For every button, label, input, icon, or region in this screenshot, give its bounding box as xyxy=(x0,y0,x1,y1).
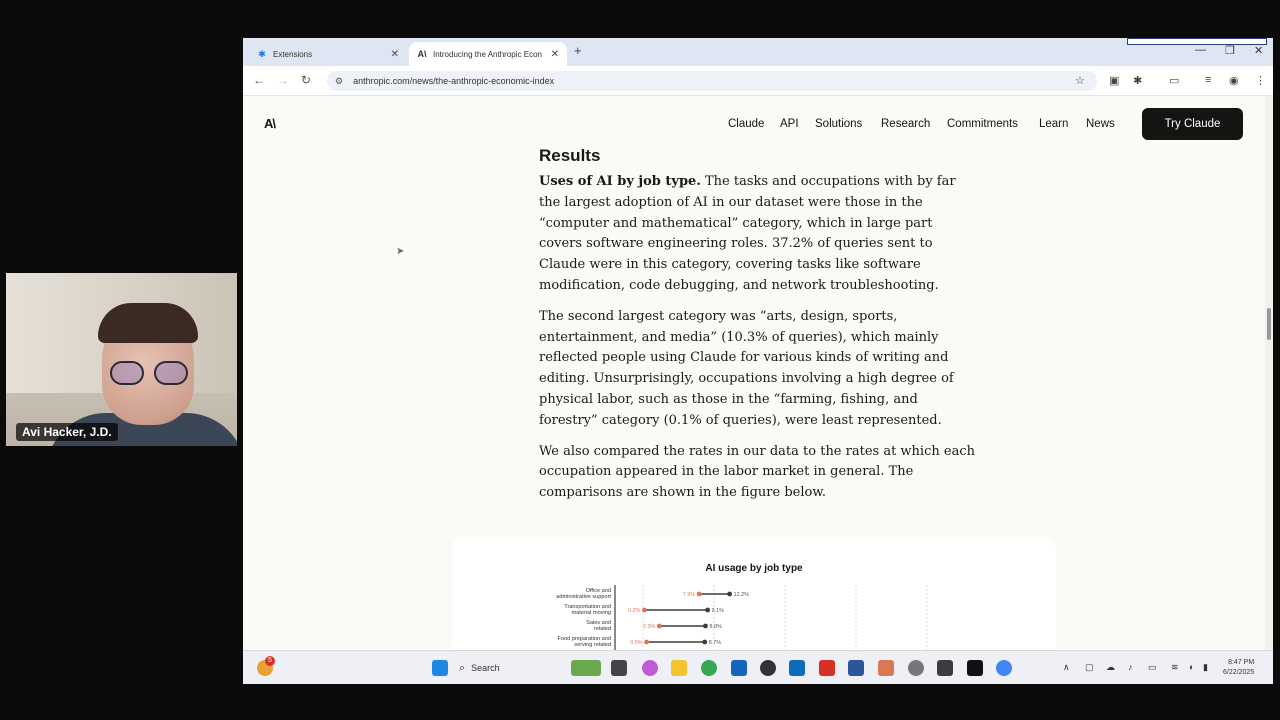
chart-data-label-a: 0.5% xyxy=(630,640,642,646)
chart-category-label: administrative support xyxy=(556,594,611,600)
nav-research[interactable]: Research xyxy=(881,118,930,130)
cursor-app-icon[interactable] xyxy=(967,660,983,676)
reading-list-icon[interactable]: ≡ xyxy=(1205,74,1211,86)
mouse-cursor-icon: ➤ xyxy=(396,246,405,257)
system-clock[interactable]: 8:47 PM 6/22/2025 xyxy=(1223,658,1254,678)
browser-toolbar: ← → ↻ ⚙ anthropic.com/news/the-anthropic… xyxy=(243,66,1273,96)
paragraph-1: Uses of AI by job type. The tasks and oc… xyxy=(539,174,956,293)
store-icon[interactable] xyxy=(731,660,747,676)
pdf-app-icon[interactable] xyxy=(819,660,835,676)
site-info-icon[interactable]: ⚙ xyxy=(335,76,343,87)
tab-search-icon[interactable]: ▭ xyxy=(1169,74,1179,87)
display-icon[interactable]: ▭ xyxy=(1148,662,1157,673)
more-menu-icon[interactable]: ⋮ xyxy=(1255,74,1266,87)
chart-point-series-a xyxy=(644,639,649,645)
address-bar[interactable]: ⚙ anthropic.com/news/the-anthropic-econo… xyxy=(327,71,1097,91)
nav-commitments[interactable]: Commitments xyxy=(947,118,1018,130)
web-page: A\ Claude API Solutions Research Commitm… xyxy=(243,96,1265,684)
windows-start-icon[interactable] xyxy=(432,660,448,676)
scrollbar-thumb[interactable] xyxy=(1267,308,1271,340)
onedrive-icon[interactable]: ☁ xyxy=(1106,662,1115,673)
battery-icon[interactable]: ▮ xyxy=(1203,662,1208,673)
webcam-feed: Avi Hacker, J.D. xyxy=(6,273,237,446)
chart-point-series-a xyxy=(696,591,702,597)
url-text: anthropic.com/news/the-anthropic-economi… xyxy=(353,76,555,86)
nav-solutions[interactable]: Solutions xyxy=(815,118,862,130)
chart-category-label: material moving xyxy=(572,610,611,616)
chart-data-label-a: 2.3% xyxy=(643,624,655,630)
close-icon[interactable]: ✕ xyxy=(551,49,559,60)
profile-icon[interactable]: ◉ xyxy=(1229,74,1239,87)
chart-category-label: related xyxy=(594,626,611,632)
screen: Avi Hacker, J.D. ✱ Extensions ✕ A\ Intro… xyxy=(0,0,1280,720)
chart-data-label-b: 8.8% xyxy=(709,624,721,630)
chart-point-series-a xyxy=(642,607,647,613)
browser-window: ✱ Extensions ✕ A\ Introducing the Anthro… xyxy=(243,38,1273,684)
chart-point-series-b xyxy=(727,591,733,597)
task-view-icon[interactable] xyxy=(611,660,627,676)
word-icon[interactable] xyxy=(848,660,864,676)
app-circle-icon[interactable] xyxy=(908,660,924,676)
nav-news[interactable]: News xyxy=(1086,118,1115,130)
chart-category-label: serving related xyxy=(574,642,611,648)
volume-icon[interactable]: ◖ xyxy=(1188,662,1193,672)
reload-icon[interactable]: ↻ xyxy=(301,73,311,87)
search-icon: ⌕ xyxy=(459,661,466,674)
windows-taskbar: 5 ⌕ Search ∧ ▢ ☁ ♪ ▭ ≋ ◖ ▮ 8:47 PM 6/22/… xyxy=(243,650,1273,684)
chart-point-series-a xyxy=(656,623,662,629)
nav-learn[interactable]: Learn xyxy=(1039,118,1068,130)
new-tab-button[interactable]: + xyxy=(574,43,582,58)
puzzle-icon: ✱ xyxy=(258,49,266,59)
chatgpt-icon[interactable] xyxy=(760,660,776,676)
close-icon[interactable]: ✕ xyxy=(391,49,399,60)
taskbar-search[interactable]: ⌕ Search xyxy=(459,658,569,678)
window-close-icon[interactable]: ✕ xyxy=(1254,44,1263,57)
chart-point-series-b xyxy=(703,623,708,629)
tab-strip: ✱ Extensions ✕ A\ Introducing the Anthro… xyxy=(243,38,1273,66)
paragraph-2: The second largest category was “arts, d… xyxy=(539,308,954,428)
chart-point-series-b xyxy=(705,607,711,613)
article-body: Results Uses of AI by job type. The task… xyxy=(539,146,979,514)
chrome-icon[interactable] xyxy=(701,660,717,676)
chart-data-label-b: 9.1% xyxy=(712,608,724,614)
page-scrollbar[interactable] xyxy=(1265,96,1273,684)
presenter-name: Avi Hacker, J.D. xyxy=(16,423,118,441)
nav-claude[interactable]: Claude xyxy=(728,118,764,130)
extensions-puzzle-icon[interactable]: ✱ xyxy=(1133,74,1142,87)
outlook-icon[interactable] xyxy=(789,660,805,676)
maximize-icon[interactable]: ❐ xyxy=(1225,44,1235,57)
tab-extensions[interactable]: ✱ Extensions ✕ xyxy=(249,42,407,66)
anthropic-icon: A\ xyxy=(417,49,427,59)
chart-point-series-b xyxy=(702,639,708,645)
chart-data-label-b: 12.2% xyxy=(734,592,749,598)
chart-data-label-a: 0.2% xyxy=(628,608,640,614)
bookmark-star-icon[interactable]: ☆ xyxy=(1075,74,1085,87)
tray-chevron-icon[interactable]: ∧ xyxy=(1063,662,1070,673)
chrome-profile-icon[interactable] xyxy=(996,660,1012,676)
chart-data-label-b: 8.7% xyxy=(709,640,721,646)
chart-data-label-a: 7.9% xyxy=(683,592,695,598)
anthropic-logo[interactable]: A\ xyxy=(264,116,276,131)
extension-icon[interactable]: ▣ xyxy=(1109,74,1119,87)
wifi-icon[interactable]: ≋ xyxy=(1171,662,1179,673)
try-claude-button[interactable]: Try Claude xyxy=(1142,108,1243,140)
notification-badge: 5 xyxy=(265,656,275,666)
nav-api[interactable]: API xyxy=(780,118,799,130)
back-icon[interactable]: ← xyxy=(253,73,265,87)
tab-anthropic-economic-index[interactable]: A\ Introducing the Anthropic Econ ✕ xyxy=(409,42,567,66)
tray-app-icon[interactable]: ▢ xyxy=(1085,662,1094,673)
forward-icon[interactable]: → xyxy=(277,73,289,87)
site-header: A\ Claude API Solutions Research Commitm… xyxy=(243,96,1265,152)
section-heading: Results xyxy=(539,146,601,165)
notes-icon[interactable] xyxy=(937,660,953,676)
copilot-icon[interactable] xyxy=(642,660,658,676)
minimize-icon[interactable]: — xyxy=(1195,44,1206,56)
microphone-icon[interactable]: ♪ xyxy=(1128,662,1133,672)
claude-icon[interactable] xyxy=(878,660,894,676)
app-landscape-icon[interactable] xyxy=(571,660,601,676)
paragraph-3: We also compared the rates in our data t… xyxy=(539,443,975,501)
file-explorer-icon[interactable] xyxy=(671,660,687,676)
